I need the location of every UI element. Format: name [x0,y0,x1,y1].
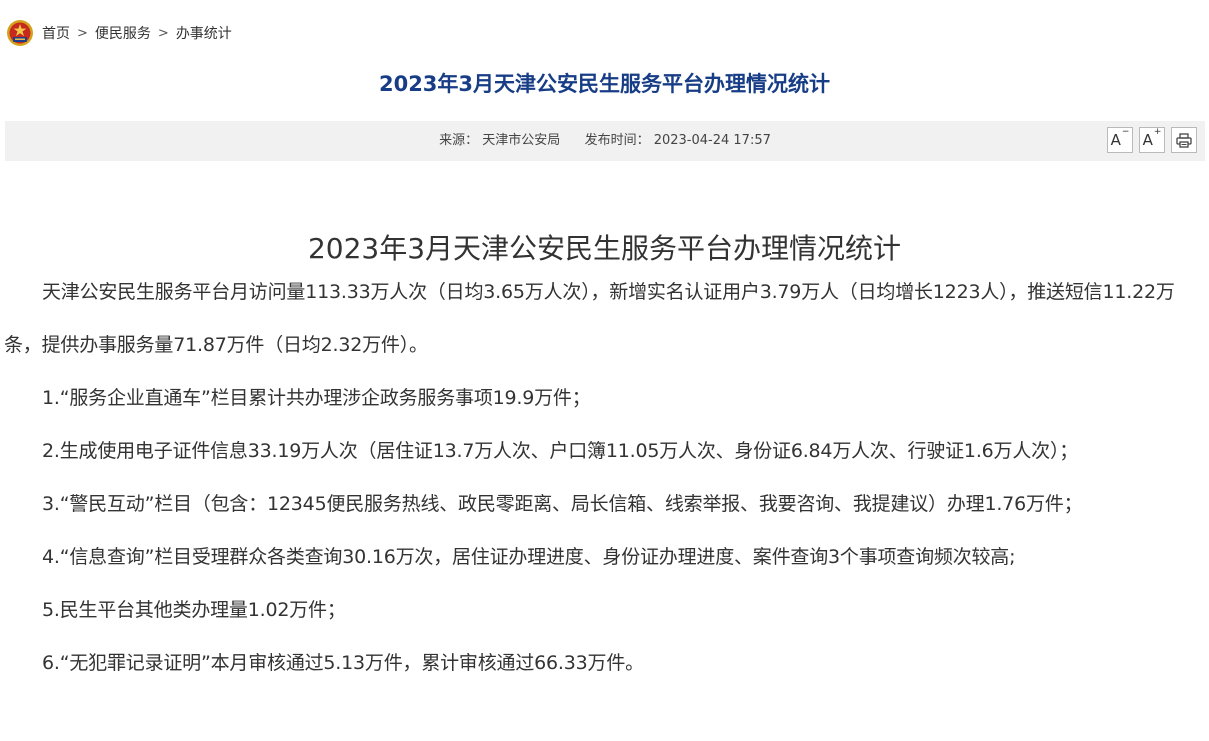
font-increase-icon: A+ [1142,127,1162,149]
article-title: 2023年3月天津公安民生服务平台办理情况统计 [307,231,902,265]
article-paragraph-item-1: 1.“服务企业直通车”栏目累计共办理涉企政务服务事项19.9万件； [42,387,591,409]
breadcrumb-home-link[interactable]: 首页 [42,23,70,43]
font-increase-button[interactable]: A+ [1139,127,1165,153]
article-meta: 来源： 天津市公安局 发布时间： 2023-04-24 17:57 [5,121,1205,161]
article-meta-bar: 来源： 天津市公安局 发布时间： 2023-04-24 17:57 A− A+ [5,121,1205,161]
breadcrumb-convenience-link[interactable]: 便民服务 [95,23,151,43]
source-value: 天津市公安局 [482,133,561,148]
article-paragraph-item-5: 5.民生平台其他类办理量1.02万件； [42,599,346,621]
publish-time-label: 发布时间： [584,133,650,148]
breadcrumb-separator: > [157,25,169,41]
breadcrumb-separator: > [77,25,88,41]
breadcrumb: 首页 > 便民服务 > 办事统计 [6,19,232,47]
article-tools: A− A+ [1107,127,1197,153]
font-decrease-icon: A− [1110,127,1130,149]
article-body: 天津公安民生服务平台月访问量113.33万人次（日均3.65万人次），新增实名认… [4,266,1199,690]
police-emblem-icon [7,20,33,46]
font-decrease-button[interactable]: A− [1107,127,1133,153]
article-paragraph-item-2: 2.生成使用电子证件信息33.19万人次（居住证13.7万人次、户口簿11.05… [42,440,1079,462]
breadcrumb-statistics-link[interactable]: 办事统计 [176,23,232,43]
article-paragraph-intro: 天津公安民生服务平台月访问量113.33万人次（日均3.65万人次），新增实名认… [4,281,1175,356]
article-paragraph-item-3: 3.“警民互动”栏目（包含：12345便民服务热线、政民零距离、局长信箱、线索举… [42,493,1083,515]
print-button[interactable] [1171,127,1197,153]
printer-icon [1176,132,1192,148]
source-label: 来源： [439,133,479,148]
article-paragraph-item-4: 4.“信息查询”栏目受理群众各类查询30.16万次，居住证办理进度、身份证办理进… [42,546,1016,568]
page-title: 2023年3月天津公安民生服务平台办理情况统计 [378,72,831,96]
publish-time-value: 2023-04-24 17:57 [653,133,771,148]
article-paragraph-item-6: 6.“无犯罪记录证明”本月审核通过5.13万件，累计审核通过66.33万件。 [42,652,644,674]
